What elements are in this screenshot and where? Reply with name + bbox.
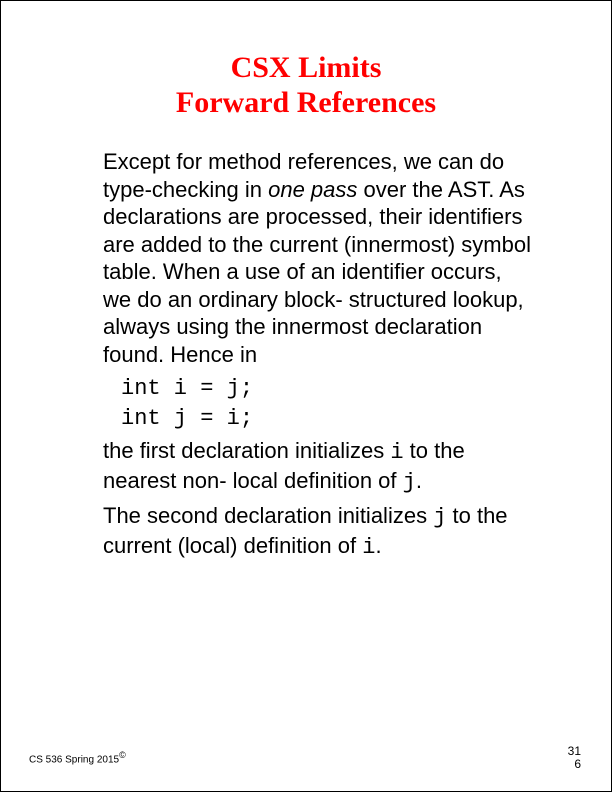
code-block: int i = j; int j = i; — [121, 374, 531, 433]
course-label: CS 536 Spring 2015 — [29, 754, 119, 765]
p2-text-a: the first declaration initializes — [103, 438, 390, 463]
p3-code-i: i — [362, 535, 375, 560]
slide-body: Except for method references, we can do … — [103, 148, 531, 561]
p2-code-j: j — [403, 470, 416, 495]
p3-text-c: . — [375, 533, 381, 558]
slide-title: CSX Limits Forward References — [61, 51, 551, 120]
p1-text-b: over the AST. As declarations are proces… — [103, 177, 531, 367]
page-number-2: 6 — [568, 758, 581, 771]
footer-left: CS 536 Spring 2015© — [29, 750, 126, 765]
paragraph-1: Except for method references, we can do … — [103, 148, 531, 368]
p3-text-a: The second declaration initializes — [103, 503, 433, 528]
title-line-2: Forward References — [176, 86, 436, 119]
footer-right: 31 6 — [568, 745, 581, 771]
p3-code-j: j — [433, 505, 446, 530]
title-line-1: CSX Limits — [231, 51, 382, 84]
code-line-1: int i = j; — [121, 374, 531, 404]
slide-page: CSX Limits Forward References Except for… — [0, 0, 612, 792]
paragraph-3: The second declaration initializes j to … — [103, 502, 531, 561]
code-line-2: int j = i; — [121, 404, 531, 434]
page-number-1: 31 — [568, 745, 581, 758]
p2-text-c: . — [416, 468, 422, 493]
paragraph-2: the first declaration initializes i to t… — [103, 437, 531, 496]
p2-code-i: i — [390, 440, 403, 465]
copyright-icon: © — [119, 750, 126, 760]
p1-emphasis: one pass — [268, 177, 357, 202]
